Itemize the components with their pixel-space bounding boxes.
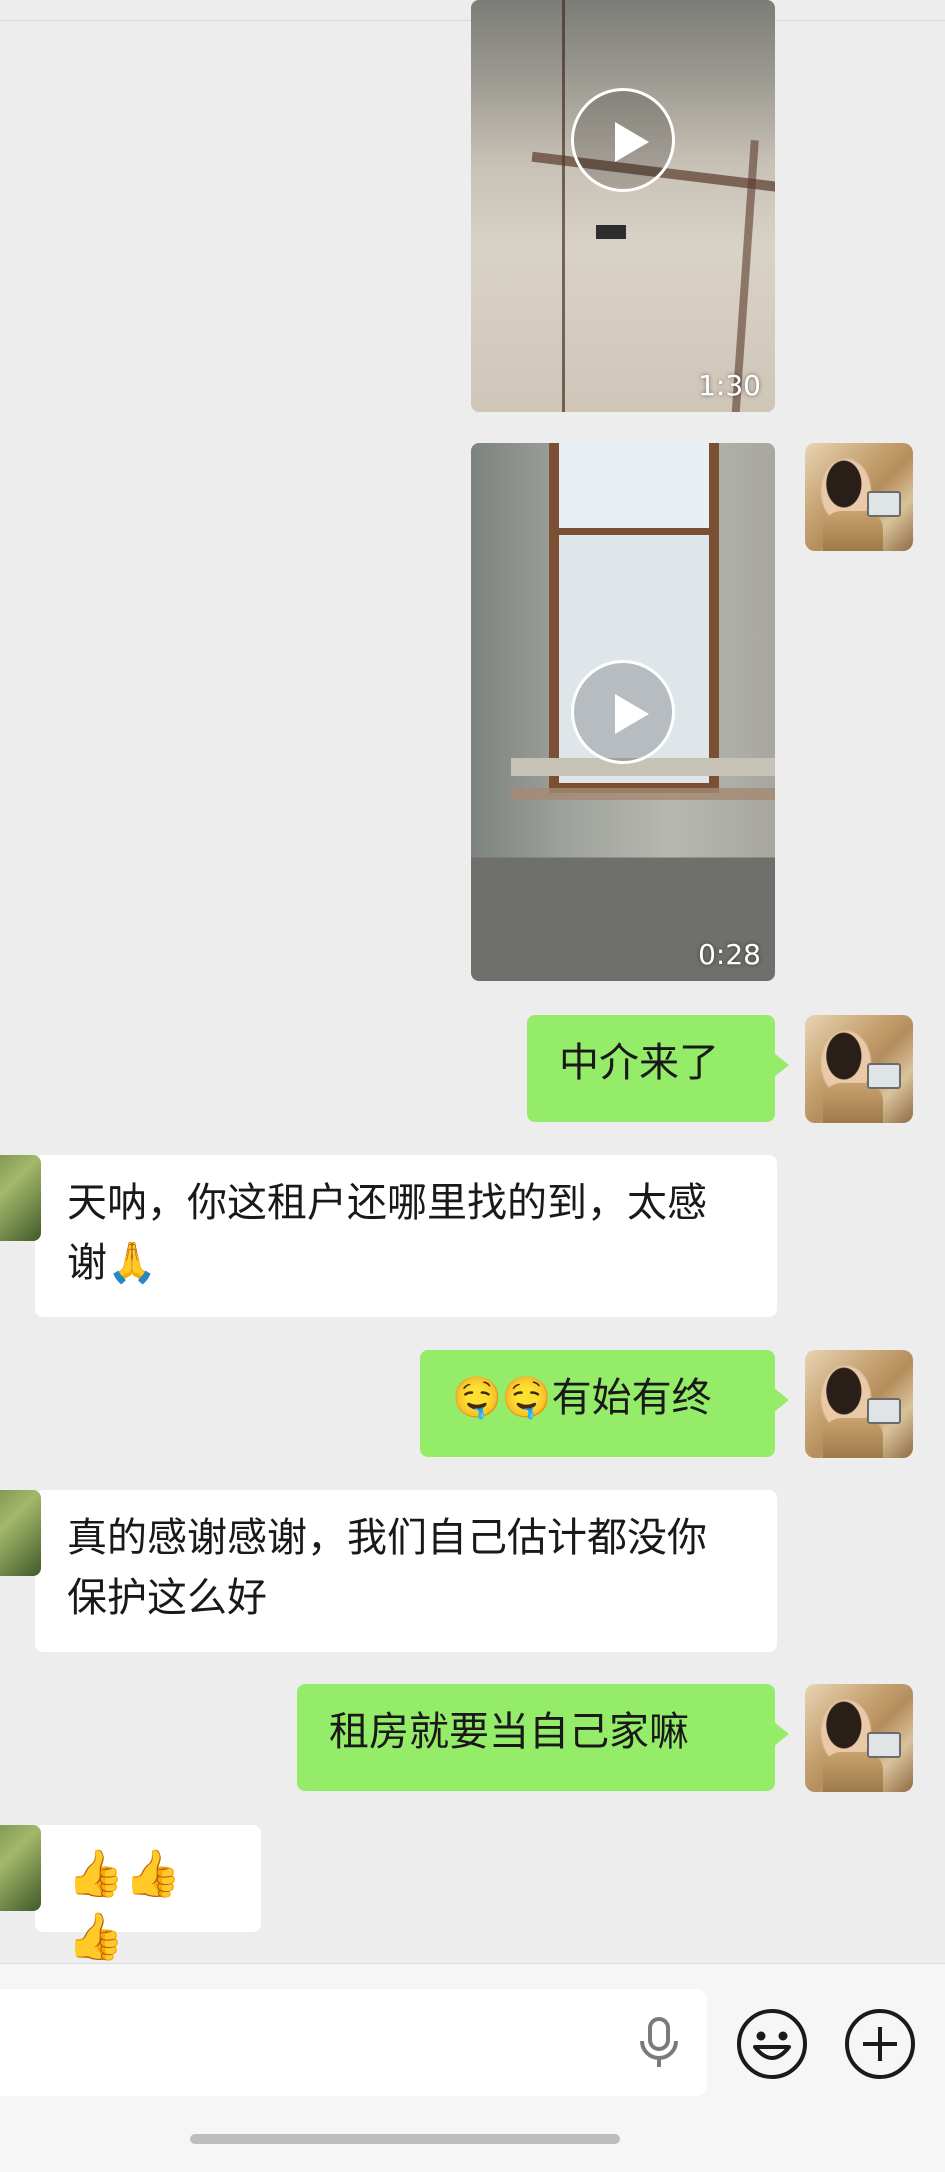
play-icon[interactable] (571, 88, 675, 192)
outgoing-message[interactable]: 中介来了 (527, 1015, 789, 1122)
message-input[interactable] (0, 1989, 707, 2096)
message-text: 真的感谢感谢，我们自己估计都没你保护这么好 (67, 1515, 707, 1621)
contact-avatar[interactable] (0, 1825, 41, 1911)
contact-avatar[interactable] (0, 1490, 41, 1576)
video-duration: 1:30 (698, 369, 761, 402)
plus-icon[interactable] (843, 2007, 917, 2081)
my-avatar[interactable] (805, 1015, 913, 1123)
home-indicator[interactable] (190, 2134, 620, 2144)
message-text: 👍👍👍 (67, 1846, 182, 1963)
chat-input-bar (0, 1963, 945, 2172)
video-message[interactable]: 0:28 (471, 443, 775, 981)
my-avatar[interactable] (805, 1684, 913, 1792)
message-text: 🤤🤤有始有终 (452, 1375, 712, 1421)
incoming-message[interactable]: 👍👍👍 (0, 1825, 261, 1963)
contact-avatar[interactable] (0, 1155, 41, 1241)
emoji-icon[interactable] (735, 2007, 809, 2081)
mic-icon[interactable] (637, 2017, 681, 2069)
outgoing-message[interactable]: 🤤🤤有始有终 (420, 1350, 789, 1457)
message-text: 天呐，你这租户还哪里找的到，太感谢🙏 (67, 1180, 707, 1286)
incoming-message[interactable]: 真的感谢感谢，我们自己估计都没你保护这么好 (0, 1490, 777, 1652)
play-icon[interactable] (571, 660, 675, 764)
video-duration: 0:28 (698, 938, 761, 971)
my-avatar[interactable] (805, 1350, 913, 1458)
video-message[interactable]: 1:30 (471, 0, 775, 412)
message-text: 租房就要当自己家嘛 (329, 1709, 689, 1755)
incoming-message[interactable]: 天呐，你这租户还哪里找的到，太感谢🙏 (0, 1155, 777, 1317)
outgoing-message[interactable]: 租房就要当自己家嘛 (297, 1684, 789, 1791)
message-text: 中介来了 (559, 1040, 719, 1086)
my-avatar[interactable] (805, 443, 913, 551)
